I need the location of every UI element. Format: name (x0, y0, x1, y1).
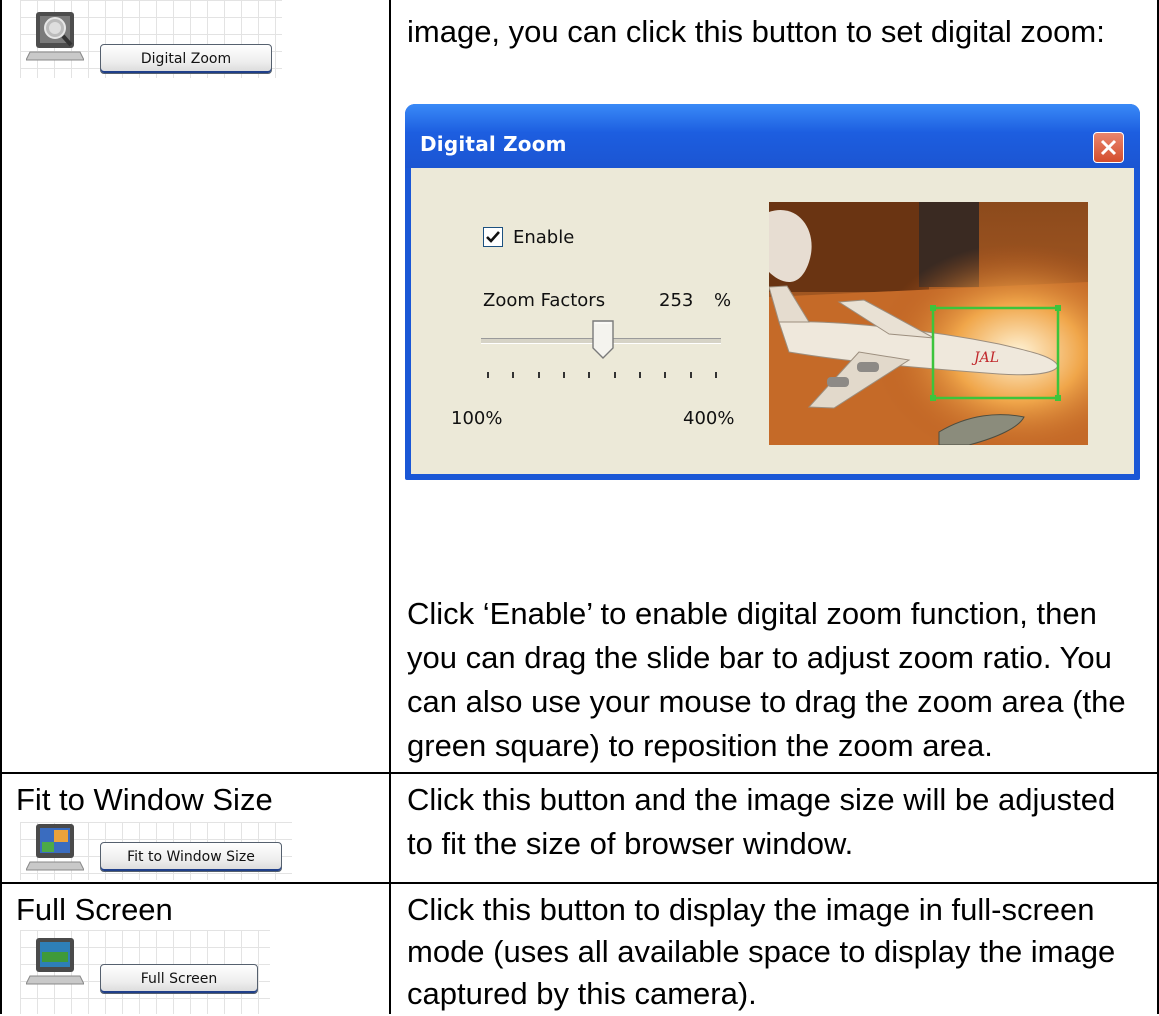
digital-zoom-description-line-1: Click ‘Enable’ to enable digital zoom fu… (407, 596, 1097, 631)
slider-tick (588, 372, 591, 378)
slider-tick (715, 372, 717, 378)
digital-zoom-description-line-3: can also use your mouse to drag the zoom… (407, 684, 1126, 719)
slider-tick (487, 372, 489, 378)
slider-tick (664, 372, 667, 378)
dialog-title: Digital Zoom (420, 132, 567, 156)
row-divider-1 (0, 772, 1159, 774)
slider-tick (537, 372, 540, 378)
dialog-body: Enable Zoom Factors 253 % 100% 400% JAL (411, 168, 1134, 474)
slider-tick (689, 372, 692, 378)
enable-label: Enable (513, 227, 575, 248)
digital-zoom-description-intro: image, you can click this button to set … (407, 14, 1105, 49)
zoom-factor-label: Zoom Factors (483, 290, 606, 311)
full-screen-button[interactable]: Full Screen (100, 964, 258, 994)
table-border-left (0, 0, 2, 1014)
full-screen-laptop-icon (26, 938, 84, 985)
table-column-divider (389, 0, 391, 1014)
slider-min-label: 100% (451, 408, 503, 429)
dialog-close-button[interactable] (1093, 132, 1124, 163)
fit-to-window-size-button[interactable]: Fit to Window Size (100, 842, 282, 872)
digital-zoom-dialog: Digital Zoom Enable Zoom Factors 253 % 1… (405, 104, 1140, 480)
zoom-factor-value: 253 (659, 290, 694, 311)
slider-tick (512, 372, 515, 378)
fit-to-window-description-line-1: Click this button and the image size wil… (407, 782, 1116, 817)
row-divider-2 (0, 882, 1159, 884)
digital-zoom-button[interactable]: Digital Zoom (100, 44, 272, 74)
full-screen-label: Full Screen (16, 892, 173, 927)
full-screen-description-line-1: Click this button to display the image i… (407, 892, 1095, 927)
close-icon (1100, 139, 1117, 156)
enable-checkbox[interactable] (483, 227, 503, 247)
magnifier-laptop-icon (26, 12, 84, 61)
digital-zoom-description-line-2: you can drag the slide bar to adjust zoo… (407, 640, 1112, 675)
camera-preview-image[interactable]: JAL (769, 202, 1088, 445)
slider-tick (563, 372, 565, 378)
fit-to-window-label: Fit to Window Size (16, 782, 273, 817)
slider-tick (613, 372, 616, 378)
airplane-scene-image: JAL (769, 202, 1088, 445)
full-screen-description-line-2: mode (uses all available space to displa… (407, 934, 1116, 969)
full-screen-description-line-3: captured by this camera). (407, 976, 757, 1011)
airline-logo-text: JAL (971, 350, 999, 366)
slider-tick (639, 372, 641, 378)
zoom-factor-unit: % (714, 290, 732, 311)
fit-to-window-description-line-2: to fit the size of browser window. (407, 826, 854, 861)
zoom-slider-thumb[interactable] (592, 320, 615, 360)
digital-zoom-description-line-4: green square) to reposition the zoom are… (407, 728, 993, 763)
slider-max-label: 400% (683, 408, 735, 429)
fit-window-laptop-icon (26, 824, 84, 871)
checkmark-icon (486, 231, 500, 243)
feature-table: Digital Zoom image, you can click this b… (0, 0, 1159, 1014)
